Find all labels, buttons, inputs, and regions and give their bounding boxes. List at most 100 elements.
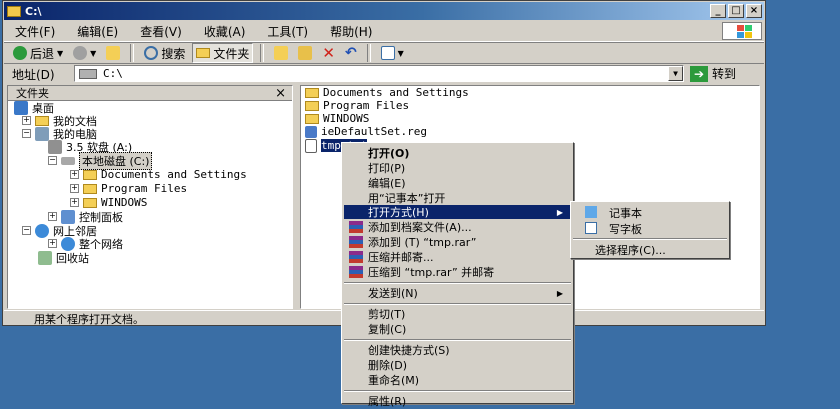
menu-view[interactable]: 查看(V) — [129, 23, 193, 40]
menu-edit[interactable]: 编辑(E) — [66, 23, 129, 40]
tree-item-local-disk-c[interactable]: − 本地磁盘 (C:) — [48, 151, 153, 170]
file-name: WINDOWS — [323, 112, 370, 125]
menu-tools[interactable]: 工具(T) — [256, 23, 319, 40]
move-to-icon — [274, 46, 289, 60]
expand-toggle[interactable]: + — [48, 212, 57, 221]
up-button[interactable] — [103, 44, 123, 62]
submenu-label: 选择程序(C)... — [595, 243, 666, 257]
floppy-drive-icon — [48, 139, 62, 154]
registry-file-icon — [305, 125, 317, 138]
file-item-windows[interactable]: WINDOWS — [305, 112, 369, 125]
delete-x-icon: ✕ — [322, 44, 335, 62]
toolbar: 后退 ▼ ▼ 搜索 文件夹 ✕ ↶ ▼ — [4, 42, 764, 64]
undo-button[interactable]: ↶ — [342, 44, 360, 62]
ctx-add-to-archive[interactable]: 添加到档案文件(A)... — [344, 220, 571, 234]
collapse-toggle[interactable]: − — [22, 129, 31, 138]
expand-toggle[interactable]: + — [22, 116, 31, 125]
ctx-compress-to-tmp-rar-and-email[interactable]: 压缩到 “tmp.rar” 并邮寄 — [344, 265, 571, 279]
menu-favorites[interactable]: 收藏(A) — [193, 23, 257, 40]
tree-item-desktop[interactable]: 桌面 — [14, 100, 54, 115]
ctx-print[interactable]: 打印(P) — [344, 161, 571, 175]
menu-file[interactable]: 文件(F) — [4, 23, 66, 40]
ctx-create-shortcut[interactable]: 创建快捷方式(S) — [344, 343, 571, 357]
ctx-open-with-label: 打开方式(H) — [368, 206, 429, 219]
ctx-properties[interactable]: 属性(R) — [344, 394, 571, 408]
expand-toggle[interactable]: + — [70, 184, 79, 193]
collapse-toggle[interactable]: − — [22, 226, 31, 235]
file-item-documents-and-settings[interactable]: Documents and Settings — [305, 86, 469, 99]
address-input[interactable]: C:\ ▼ — [74, 65, 684, 82]
ctx-edit[interactable]: 编辑(E) — [344, 176, 571, 190]
folders-pane-close-button[interactable]: × — [275, 86, 286, 101]
delete-button[interactable]: ✕ — [319, 44, 338, 62]
minimize-button[interactable]: _ — [710, 4, 726, 18]
expand-toggle[interactable]: + — [70, 198, 79, 207]
tree-item-documents-and-settings[interactable]: + Documents and Settings — [70, 168, 247, 181]
copy-to-icon — [298, 46, 313, 60]
ctx-add-to-tmp-rar[interactable]: 添加到 (T) “tmp.rar” — [344, 235, 571, 249]
tree-item-recycle-bin[interactable]: 回收站 — [38, 250, 89, 265]
ctx-copy[interactable]: 复制(C) — [344, 322, 571, 336]
submenu-label: 记事本 — [609, 206, 642, 220]
tree-item-entire-network[interactable]: + 整个网络 — [48, 236, 123, 251]
submenu-label: 写字板 — [609, 222, 642, 236]
submenu-choose-program[interactable]: 选择程序(C)... — [573, 242, 727, 257]
chevron-down-icon: ▼ — [57, 48, 64, 58]
hard-drive-icon — [61, 156, 75, 165]
file-item-program-files[interactable]: Program Files — [305, 99, 409, 112]
address-dropdown-button[interactable]: ▼ — [668, 66, 683, 81]
menu-separator — [344, 390, 571, 392]
globe-icon — [61, 236, 75, 251]
ctx-open-with-notepad[interactable]: 用“记事本”打开 — [344, 191, 571, 205]
menu-help[interactable]: 帮助(H) — [319, 23, 383, 40]
tree-item-program-files[interactable]: + Program Files — [70, 182, 187, 195]
folders-button[interactable]: 文件夹 — [192, 43, 254, 63]
expand-toggle[interactable]: + — [48, 239, 57, 248]
back-arrow-icon — [13, 46, 27, 60]
title-bar[interactable]: C:\ _ □ × — [4, 2, 764, 20]
tree-item-windows[interactable]: + WINDOWS — [70, 196, 147, 209]
collapse-toggle[interactable]: − — [48, 156, 57, 165]
copy-to-button[interactable] — [295, 44, 315, 62]
folder-icon — [305, 113, 319, 124]
chevron-down-icon: ▼ — [90, 48, 97, 58]
ctx-open-with[interactable]: 打开方式(H) ▶ — [344, 205, 571, 219]
tree-label: Program Files — [101, 182, 188, 195]
forward-button[interactable]: ▼ — [70, 44, 99, 62]
ctx-compress-and-email[interactable]: 压缩并邮寄... — [344, 250, 571, 264]
ctx-rename[interactable]: 重命名(M) — [344, 373, 571, 387]
folder-icon — [83, 183, 97, 194]
views-icon — [380, 46, 395, 60]
views-button[interactable]: ▼ — [378, 44, 407, 62]
file-item-iedefaultset-reg[interactable]: ieDefaultSet.reg — [305, 125, 427, 138]
pane-splitter[interactable] — [293, 85, 299, 309]
folders-label: 文件夹 — [213, 46, 250, 61]
move-to-button[interactable] — [271, 44, 291, 62]
expand-toggle[interactable]: + — [70, 170, 79, 179]
tree-item-control-panel[interactable]: + 控制面板 — [48, 209, 123, 224]
file-name: ieDefaultSet.reg — [321, 125, 427, 138]
folder-icon — [83, 197, 97, 208]
toolbar-separator — [130, 44, 135, 62]
toolbar-separator — [260, 44, 265, 62]
submenu-wordpad[interactable]: 写字板 — [573, 221, 727, 236]
search-label: 搜索 — [161, 46, 186, 61]
ctx-delete[interactable]: 删除(D) — [344, 358, 571, 372]
maximize-button[interactable]: □ — [728, 4, 744, 18]
menu-separator — [344, 282, 571, 284]
back-button[interactable]: 后退 ▼ — [10, 44, 66, 62]
folder-icon — [305, 100, 319, 111]
winrar-icon — [349, 221, 363, 233]
close-button[interactable]: × — [746, 4, 762, 18]
search-button[interactable]: 搜索 — [141, 44, 188, 62]
ctx-send-to[interactable]: 发送到(N) ▶ — [344, 286, 571, 300]
ctx-open[interactable]: 打开(O) — [344, 146, 571, 160]
address-label: 地址(D) — [12, 67, 55, 82]
submenu-notepad[interactable]: 记事本 — [573, 205, 727, 220]
ctx-label: 压缩并邮寄... — [368, 251, 434, 264]
go-button[interactable]: ➔ 转到 — [690, 65, 736, 82]
submenu-arrow-icon: ▶ — [556, 207, 563, 217]
ctx-cut[interactable]: 剪切(T) — [344, 307, 571, 321]
window-title: C:\ — [25, 4, 42, 18]
tree-label: WINDOWS — [101, 196, 148, 209]
